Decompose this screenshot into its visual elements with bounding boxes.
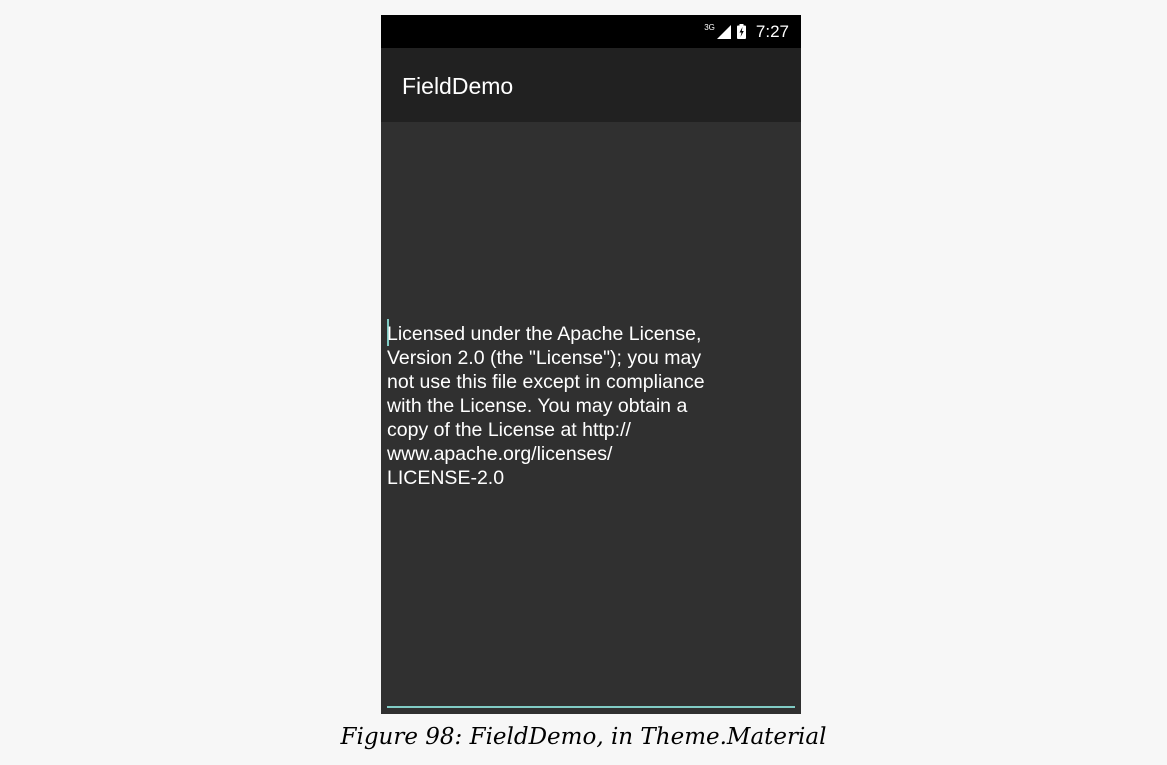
- battery-charging-icon: [736, 24, 746, 39]
- text-field[interactable]: Licensed under the Apache License, Versi…: [387, 122, 795, 714]
- content-area: Licensed under the Apache License, Versi…: [381, 122, 801, 714]
- clock: 7:27: [755, 21, 789, 41]
- network-type-label: 3G: [704, 23, 715, 32]
- app-title: FieldDemo: [402, 73, 514, 99]
- figure-caption: Figure 98: FieldDemo, in Theme.Material: [340, 724, 827, 750]
- status-bar: 3G 7:27: [381, 15, 801, 48]
- device-screen: 3G 7:27 FieldDemo Licensed under the Apa…: [381, 15, 801, 714]
- signal-icon: [716, 24, 731, 39]
- field-underline: [387, 706, 795, 708]
- status-icons: 3G 7:27: [704, 15, 789, 48]
- field-text: Licensed under the Apache License, Versi…: [387, 323, 705, 489]
- action-bar: FieldDemo: [381, 48, 801, 122]
